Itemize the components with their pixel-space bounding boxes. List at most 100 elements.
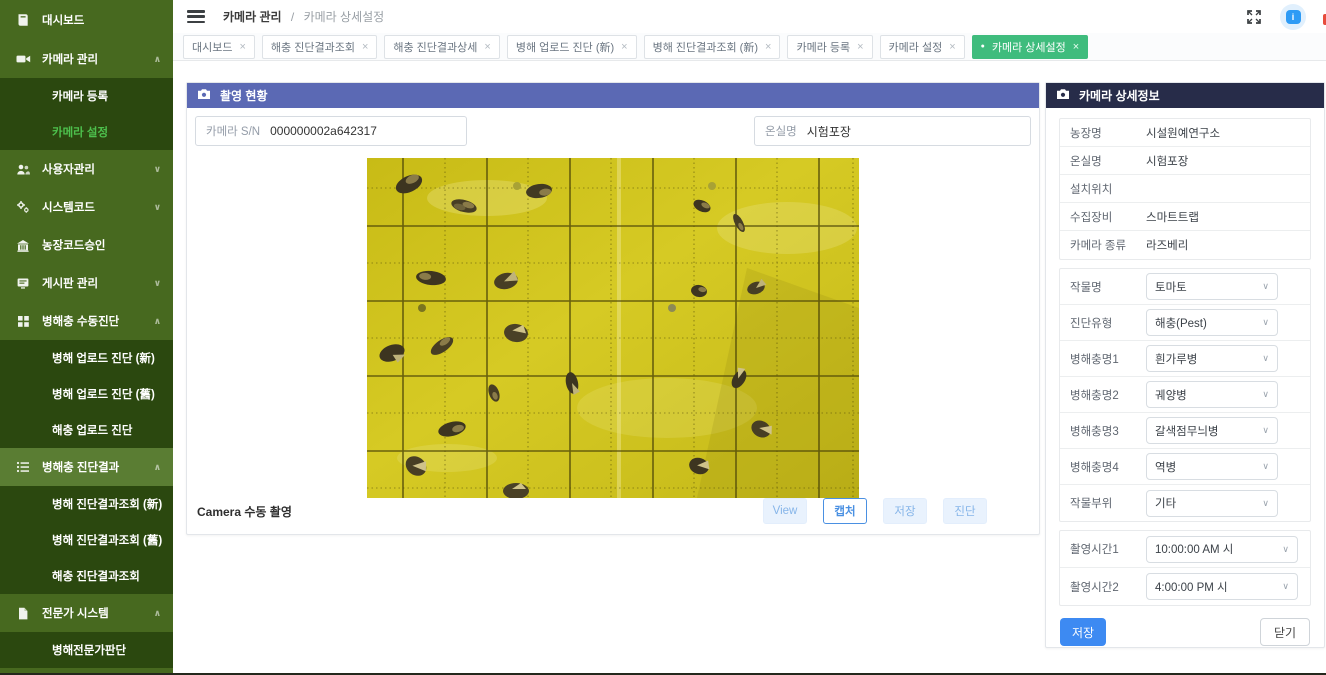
- sidebar-item-camera-settings[interactable]: 카메라 설정: [0, 114, 173, 150]
- chevron-down-icon: ∨: [154, 202, 161, 213]
- sidebar-item-user-management[interactable]: 사용자관리 ∨: [0, 150, 173, 188]
- chevron-up-icon: ∧: [154, 54, 161, 65]
- chat-info-icon[interactable]: i: [1280, 4, 1306, 30]
- close-icon[interactable]: ×: [362, 41, 368, 53]
- row-value: 시설원예연구소: [1146, 125, 1220, 141]
- chevron-up-icon: ∧: [154, 462, 161, 473]
- close-icon[interactable]: ×: [765, 41, 771, 53]
- board-icon: [15, 277, 31, 290]
- pest-name-4-select[interactable]: 역병 ∨: [1146, 453, 1278, 480]
- sidebar-item-expert-system[interactable]: 전문가 시스템 ∧: [0, 594, 173, 632]
- sidebar-item-label: 해충 진단결과조회: [52, 568, 140, 584]
- diagnose-button[interactable]: 진단: [943, 498, 987, 524]
- sidebar-item-label: 대시보드: [42, 12, 84, 28]
- sidebar-submenu-manual-diagnosis: 병해 업로드 진단 (新) 병해 업로드 진단 (舊) 해충 업로드 진단: [0, 340, 173, 448]
- select-value: 토마토: [1155, 279, 1187, 295]
- close-icon[interactable]: ×: [484, 41, 490, 53]
- close-button[interactable]: 닫기: [1260, 618, 1310, 646]
- chevron-down-icon: ∨: [1282, 581, 1289, 592]
- sidebar-item-camera-management[interactable]: 카메라 관리 ∧: [0, 40, 173, 78]
- tab-label: 카메라 등록: [796, 39, 850, 55]
- camera-sn-label: 카메라 S/N: [196, 123, 270, 139]
- save-button[interactable]: 저장: [1060, 618, 1106, 646]
- tab-pest-results[interactable]: 해충 진단결과조회 ×: [262, 35, 377, 59]
- chevron-down-icon: ∨: [1262, 425, 1269, 436]
- sidebar-item-disease-upload-old[interactable]: 병해 업로드 진단 (舊): [0, 376, 173, 412]
- capture-time-table: 촬영시간1 10:00:00 AM 시 ∨ 촬영시간2 4:00:00 PM 시…: [1059, 530, 1311, 606]
- pest-name-3-select[interactable]: 갈색점무늬병 ∨: [1146, 417, 1278, 444]
- close-icon[interactable]: ×: [621, 41, 627, 53]
- tab-camera-settings[interactable]: 카메라 설정 ×: [880, 35, 965, 59]
- diagnosis-type-select[interactable]: 해충(Pest) ∨: [1146, 309, 1278, 336]
- close-icon[interactable]: ×: [857, 41, 863, 53]
- active-dot-icon: ●: [981, 43, 985, 50]
- close-icon[interactable]: ×: [239, 41, 245, 53]
- sidebar-item-dashboard[interactable]: 대시보드: [0, 0, 173, 40]
- menu-toggle-icon[interactable]: [187, 10, 205, 23]
- tab-pest-result-detail[interactable]: 해충 진단결과상세 ×: [384, 35, 499, 59]
- tab-camera-detail-settings[interactable]: ● 카메라 상세설정 ×: [972, 35, 1089, 59]
- sidebar-item-label: 병해 업로드 진단 (舊): [52, 386, 155, 402]
- capture-footer: Camera 수동 촬영 View 캡처 저장 진단: [197, 498, 1039, 524]
- row-label: 병해충명1: [1060, 351, 1146, 367]
- save-capture-button[interactable]: 저장: [883, 498, 927, 524]
- row-label: 진단유형: [1060, 315, 1146, 331]
- sidebar-item-label: 전문가 시스템: [42, 605, 109, 621]
- close-icon[interactable]: ×: [1073, 41, 1079, 53]
- chevron-down-icon: ∨: [1262, 281, 1269, 292]
- capture-button[interactable]: 캡처: [823, 498, 867, 524]
- table-row: 온실명 시험포장: [1060, 147, 1310, 175]
- select-value: 해충(Pest): [1155, 315, 1207, 331]
- detail-panel-body: 농장명 시설원예연구소 온실명 시험포장 설치위치 수집장비 스마트트랩 카메라…: [1046, 108, 1324, 646]
- camera-sn-group: 카메라 S/N: [195, 116, 467, 146]
- greenhouse-input[interactable]: [807, 124, 1030, 138]
- camera-info-table: 농장명 시설원예연구소 온실명 시험포장 설치위치 수집장비 스마트트랩 카메라…: [1059, 118, 1311, 260]
- greenhouse-group: 온실명: [754, 116, 1031, 146]
- capture-time-1-select[interactable]: 10:00:00 AM 시 ∨: [1146, 536, 1298, 563]
- tab-label: 대시보드: [192, 39, 232, 55]
- tab-camera-register[interactable]: 카메라 등록 ×: [787, 35, 872, 59]
- topbar-actions: i: [1246, 4, 1306, 30]
- fullscreen-icon[interactable]: [1246, 9, 1262, 25]
- pest-name-2-select[interactable]: 궤양병 ∨: [1146, 381, 1278, 408]
- sidebar-item-disease-upload-new[interactable]: 병해 업로드 진단 (新): [0, 340, 173, 376]
- sidebar-item-manual-diagnosis[interactable]: 병해충 수동진단 ∧: [0, 302, 173, 340]
- pest-name-1-select[interactable]: 흰가루병 ∨: [1146, 345, 1278, 372]
- row-label: 농장명: [1060, 125, 1146, 141]
- sidebar-item-disease-results-old[interactable]: 병해 진단결과조회 (舊): [0, 522, 173, 558]
- crop-part-select[interactable]: 기타 ∨: [1146, 490, 1278, 517]
- chevron-down-icon: ∨: [1262, 317, 1269, 328]
- panel-title: 카메라 상세정보: [1079, 87, 1160, 104]
- sidebar-item-label: 병해 진단결과조회 (舊): [52, 532, 162, 548]
- row-label: 설치위치: [1060, 181, 1146, 197]
- tab-bar: 대시보드 × 해충 진단결과조회 × 해충 진단결과상세 × 병해 업로드 진단…: [173, 33, 1326, 61]
- select-value: 기타: [1155, 495, 1176, 511]
- view-button[interactable]: View: [763, 498, 807, 524]
- sidebar-item-diagnosis-results[interactable]: 병해충 진단결과 ∧: [0, 448, 173, 486]
- capture-panel: 촬영 현황 카메라 S/N 온실명: [186, 82, 1040, 535]
- sidebar-item-disease-results-new[interactable]: 병해 진단결과조회 (新): [0, 486, 173, 522]
- chevron-down-icon: ∨: [1282, 544, 1289, 555]
- table-row: 촬영시간2 4:00:00 PM 시 ∨: [1060, 568, 1310, 605]
- topbar: 카메라 관리 / 카메라 상세설정 i: [173, 0, 1326, 33]
- breadcrumb-section[interactable]: 카메라 관리: [223, 10, 282, 24]
- sidebar-item-camera-register[interactable]: 카메라 등록: [0, 78, 173, 114]
- row-label: 온실명: [1060, 153, 1146, 169]
- select-value: 궤양병: [1155, 387, 1187, 403]
- sidebar-item-disease-expert-judgement[interactable]: 병해전문가판단: [0, 632, 173, 668]
- tab-disease-results-new[interactable]: 병해 진단결과조회 (新) ×: [644, 35, 781, 59]
- sidebar-item-farm-code-approval[interactable]: 농장코드승인: [0, 226, 173, 264]
- tab-dashboard[interactable]: 대시보드 ×: [183, 35, 255, 59]
- tab-disease-upload-new[interactable]: 병해 업로드 진단 (新) ×: [507, 35, 637, 59]
- sidebar-item-pest-upload[interactable]: 해충 업로드 진단: [0, 412, 173, 448]
- sidebar-item-label: 병해 진단결과조회 (新): [52, 496, 162, 512]
- camera-sn-input[interactable]: [270, 124, 466, 138]
- select-value: 흰가루병: [1155, 351, 1197, 367]
- capture-time-2-select[interactable]: 4:00:00 PM 시 ∨: [1146, 573, 1298, 600]
- sidebar-item-pest-results[interactable]: 해충 진단결과조회: [0, 558, 173, 594]
- close-icon[interactable]: ×: [949, 41, 955, 53]
- sidebar-item-board-management[interactable]: 게시판 관리 ∨: [0, 264, 173, 302]
- sidebar-item-label: 해충 업로드 진단: [52, 422, 132, 438]
- sidebar-item-system-code[interactable]: 시스템코드 ∨: [0, 188, 173, 226]
- crop-name-select[interactable]: 토마토 ∨: [1146, 273, 1278, 300]
